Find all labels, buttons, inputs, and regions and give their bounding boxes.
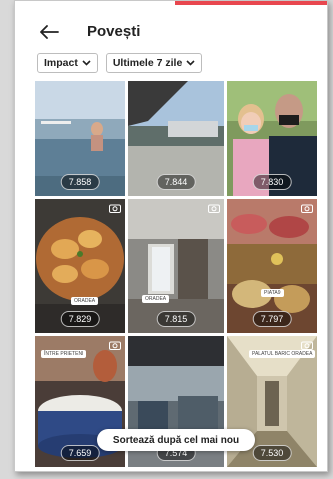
story-tile[interactable]: 7.858: [35, 81, 125, 196]
location-tag: PIATA9: [261, 289, 284, 297]
stories-screen: Povești Impact Ultimele 7 zile 7.858 7.8…: [14, 0, 328, 472]
sort-newest-button[interactable]: Sortează după cel mai nou: [97, 429, 255, 451]
story-tile[interactable]: PIATA9 7.797: [227, 199, 317, 333]
stories-grid: 7.858 7.844 7.830 ORADEA 7.829 ORADEA 7.…: [35, 81, 327, 467]
location-tag: ORADEA: [71, 297, 99, 305]
arrow-left-icon: [40, 25, 59, 39]
back-button[interactable]: [37, 21, 61, 43]
chevron-down-icon: [82, 60, 91, 66]
story-tile[interactable]: 7.844: [128, 81, 224, 196]
top-accent-bar: [175, 1, 327, 5]
view-count: 7.829: [60, 311, 100, 327]
filter-period-dropdown[interactable]: Ultimele 7 zile: [105, 53, 203, 73]
view-count: 7.797: [252, 311, 292, 327]
story-tile[interactable]: 7.830: [227, 81, 317, 196]
header: Povești: [15, 11, 327, 51]
view-count: 7.530: [252, 445, 292, 461]
view-count: 7.659: [60, 445, 100, 461]
location-tag: ÎNTRE PRIETENI: [41, 350, 87, 358]
view-count: 7.815: [156, 311, 196, 327]
view-count: 7.858: [60, 174, 100, 190]
camera-icon: [301, 341, 313, 350]
view-count: 7.830: [252, 174, 292, 190]
camera-icon: [109, 204, 121, 213]
filter-impact-dropdown[interactable]: Impact: [37, 53, 98, 73]
filter-period-label: Ultimele 7 zile: [112, 57, 183, 69]
location-tag: ORADEA: [142, 295, 170, 303]
filter-impact-label: Impact: [44, 57, 78, 69]
camera-icon: [208, 204, 220, 213]
story-tile[interactable]: ORADEA 7.815: [128, 199, 224, 333]
location-tag: PALATUL BARIC ORADEA: [249, 350, 316, 358]
camera-icon: [109, 341, 121, 350]
view-count: 7.844: [156, 174, 196, 190]
page-title: Povești: [87, 23, 141, 40]
story-tile[interactable]: ORADEA 7.829: [35, 199, 125, 333]
filter-bar: Impact Ultimele 7 zile: [37, 53, 203, 73]
camera-icon: [301, 204, 313, 213]
chevron-down-icon: [186, 60, 195, 66]
